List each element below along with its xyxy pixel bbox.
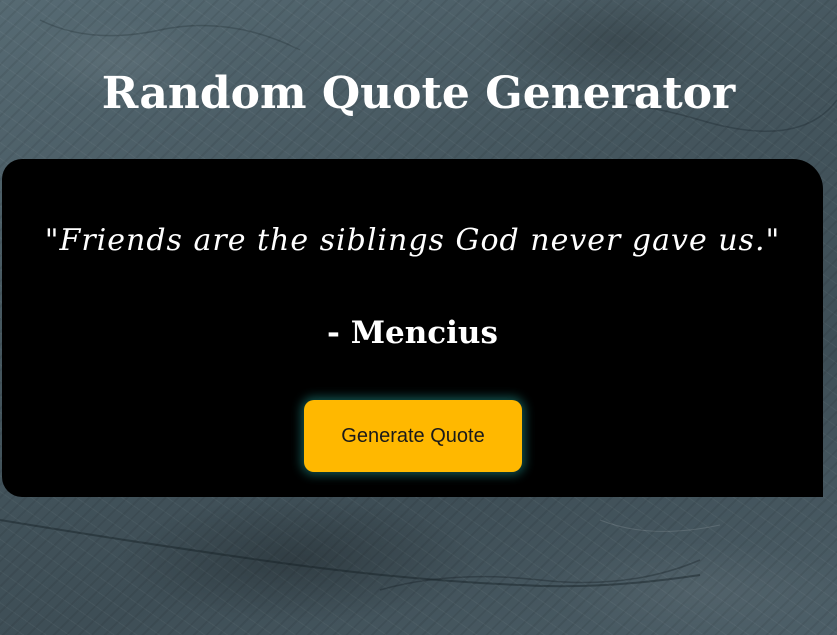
- page-background: { "page": { "title": "Random Quote Gener…: [0, 0, 837, 635]
- page-title: Random Quote Generator: [101, 68, 736, 119]
- quote-text: "Friends are the siblings God never gave…: [44, 223, 781, 258]
- generate-quote-button[interactable]: Generate Quote: [304, 400, 522, 472]
- quote-author: - Mencius: [327, 315, 498, 351]
- quote-card: "Friends are the siblings God never gave…: [2, 159, 823, 497]
